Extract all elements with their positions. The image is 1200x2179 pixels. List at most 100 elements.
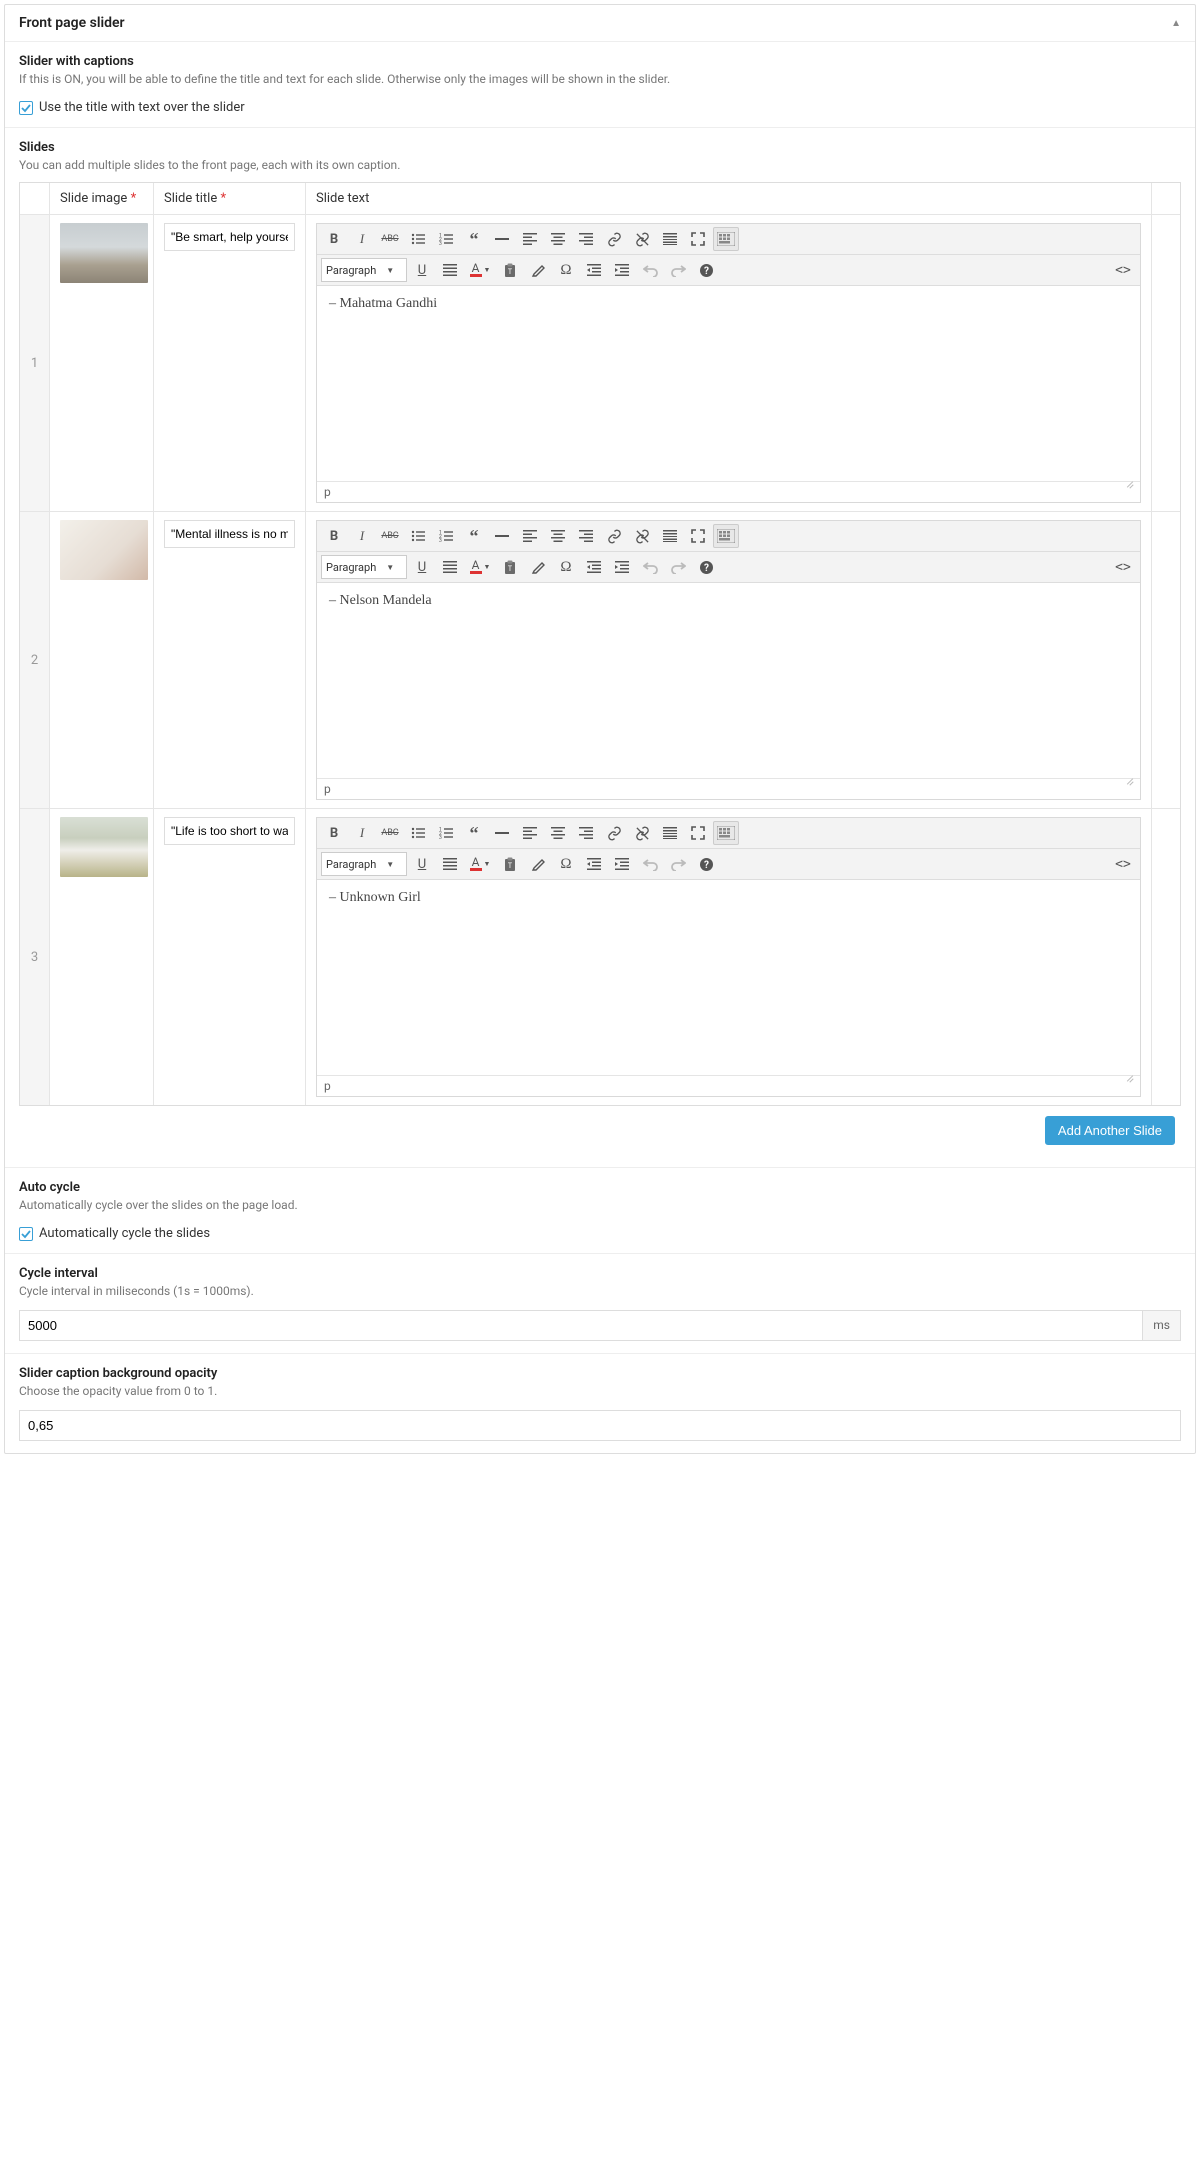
italic-icon[interactable]: I bbox=[349, 227, 375, 251]
link-icon[interactable] bbox=[601, 227, 627, 251]
indent-icon[interactable] bbox=[609, 852, 635, 876]
blockquote-icon[interactable]: “ bbox=[461, 227, 487, 251]
editor-body[interactable]: – Mahatma Gandhi bbox=[317, 286, 1140, 481]
toolbar-toggle-icon[interactable] bbox=[713, 524, 739, 548]
unlink-icon[interactable] bbox=[629, 821, 655, 845]
align-justify-icon[interactable] bbox=[437, 258, 463, 282]
outdent-icon[interactable] bbox=[581, 852, 607, 876]
insert-more-icon[interactable] bbox=[657, 227, 683, 251]
slide-title-input[interactable] bbox=[164, 520, 295, 548]
align-center-icon[interactable] bbox=[545, 821, 571, 845]
numbered-list-icon[interactable]: 123 bbox=[433, 227, 459, 251]
indent-icon[interactable] bbox=[609, 555, 635, 579]
insert-more-icon[interactable] bbox=[657, 524, 683, 548]
resize-handle-icon[interactable] bbox=[1123, 487, 1133, 497]
slide-image-thumb[interactable] bbox=[60, 817, 148, 877]
align-justify-icon[interactable] bbox=[437, 852, 463, 876]
code-view-icon[interactable]: <> bbox=[1110, 258, 1136, 282]
bullet-list-icon[interactable] bbox=[405, 524, 431, 548]
underline-icon[interactable]: U bbox=[409, 852, 435, 876]
align-center-icon[interactable] bbox=[545, 227, 571, 251]
unlink-icon[interactable] bbox=[629, 524, 655, 548]
code-view-icon[interactable]: <> bbox=[1110, 852, 1136, 876]
redo-icon[interactable] bbox=[665, 852, 691, 876]
fullscreen-icon[interactable] bbox=[685, 821, 711, 845]
bullet-list-icon[interactable] bbox=[405, 821, 431, 845]
underline-icon[interactable]: U bbox=[409, 555, 435, 579]
add-another-slide-button[interactable]: Add Another Slide bbox=[1045, 1116, 1175, 1145]
strikethrough-icon[interactable]: ABC bbox=[377, 227, 403, 251]
resize-handle-icon[interactable] bbox=[1123, 784, 1133, 794]
format-select[interactable]: Paragraph▼ bbox=[321, 555, 407, 579]
help-icon[interactable]: ? bbox=[693, 555, 719, 579]
captions-checkbox[interactable] bbox=[19, 101, 33, 115]
align-left-icon[interactable] bbox=[517, 524, 543, 548]
text-color-icon[interactable]: A▼ bbox=[465, 258, 495, 282]
redo-icon[interactable] bbox=[665, 258, 691, 282]
paste-text-icon[interactable]: T bbox=[497, 258, 523, 282]
special-character-icon[interactable]: Ω bbox=[553, 852, 579, 876]
redo-icon[interactable] bbox=[665, 555, 691, 579]
fullscreen-icon[interactable] bbox=[685, 524, 711, 548]
align-right-icon[interactable] bbox=[573, 524, 599, 548]
text-color-icon[interactable]: A▼ bbox=[465, 555, 495, 579]
slide-title-input[interactable] bbox=[164, 817, 295, 845]
collapse-caret-icon[interactable]: ▲ bbox=[1171, 18, 1181, 29]
horizontal-rule-icon[interactable] bbox=[489, 524, 515, 548]
italic-icon[interactable]: I bbox=[349, 821, 375, 845]
slide-title-input[interactable] bbox=[164, 223, 295, 251]
special-character-icon[interactable]: Ω bbox=[553, 555, 579, 579]
align-right-icon[interactable] bbox=[573, 821, 599, 845]
strikethrough-icon[interactable]: ABC bbox=[377, 821, 403, 845]
numbered-list-icon[interactable]: 123 bbox=[433, 524, 459, 548]
undo-icon[interactable] bbox=[637, 258, 663, 282]
insert-more-icon[interactable] bbox=[657, 821, 683, 845]
align-justify-icon[interactable] bbox=[437, 555, 463, 579]
panel-header[interactable]: Front page slider ▲ bbox=[5, 5, 1195, 42]
clear-formatting-icon[interactable] bbox=[525, 852, 551, 876]
resize-handle-icon[interactable] bbox=[1123, 1081, 1133, 1091]
horizontal-rule-icon[interactable] bbox=[489, 821, 515, 845]
align-left-icon[interactable] bbox=[517, 821, 543, 845]
bold-icon[interactable]: B bbox=[321, 524, 347, 548]
outdent-icon[interactable] bbox=[581, 555, 607, 579]
format-select[interactable]: Paragraph▼ bbox=[321, 258, 407, 282]
blockquote-icon[interactable]: “ bbox=[461, 821, 487, 845]
help-icon[interactable]: ? bbox=[693, 852, 719, 876]
bold-icon[interactable]: B bbox=[321, 227, 347, 251]
italic-icon[interactable]: I bbox=[349, 524, 375, 548]
clear-formatting-icon[interactable] bbox=[525, 258, 551, 282]
toolbar-toggle-icon[interactable] bbox=[713, 821, 739, 845]
bullet-list-icon[interactable] bbox=[405, 227, 431, 251]
clear-formatting-icon[interactable] bbox=[525, 555, 551, 579]
slide-image-thumb[interactable] bbox=[60, 223, 148, 283]
numbered-list-icon[interactable]: 123 bbox=[433, 821, 459, 845]
auto-cycle-checkbox[interactable] bbox=[19, 1227, 33, 1241]
special-character-icon[interactable]: Ω bbox=[553, 258, 579, 282]
interval-input[interactable] bbox=[19, 1310, 1143, 1341]
text-color-icon[interactable]: A▼ bbox=[465, 852, 495, 876]
paste-text-icon[interactable]: T bbox=[497, 852, 523, 876]
underline-icon[interactable]: U bbox=[409, 258, 435, 282]
undo-icon[interactable] bbox=[637, 555, 663, 579]
help-icon[interactable]: ? bbox=[693, 258, 719, 282]
blockquote-icon[interactable]: “ bbox=[461, 524, 487, 548]
undo-icon[interactable] bbox=[637, 852, 663, 876]
editor-body[interactable]: – Unknown Girl bbox=[317, 880, 1140, 1075]
slide-image-thumb[interactable] bbox=[60, 520, 148, 580]
strikethrough-icon[interactable]: ABC bbox=[377, 524, 403, 548]
code-view-icon[interactable]: <> bbox=[1110, 555, 1136, 579]
link-icon[interactable] bbox=[601, 821, 627, 845]
opacity-input[interactable] bbox=[19, 1410, 1181, 1441]
align-right-icon[interactable] bbox=[573, 227, 599, 251]
fullscreen-icon[interactable] bbox=[685, 227, 711, 251]
align-center-icon[interactable] bbox=[545, 524, 571, 548]
align-left-icon[interactable] bbox=[517, 227, 543, 251]
link-icon[interactable] bbox=[601, 524, 627, 548]
toolbar-toggle-icon[interactable] bbox=[713, 227, 739, 251]
format-select[interactable]: Paragraph▼ bbox=[321, 852, 407, 876]
indent-icon[interactable] bbox=[609, 258, 635, 282]
horizontal-rule-icon[interactable] bbox=[489, 227, 515, 251]
paste-text-icon[interactable]: T bbox=[497, 555, 523, 579]
outdent-icon[interactable] bbox=[581, 258, 607, 282]
